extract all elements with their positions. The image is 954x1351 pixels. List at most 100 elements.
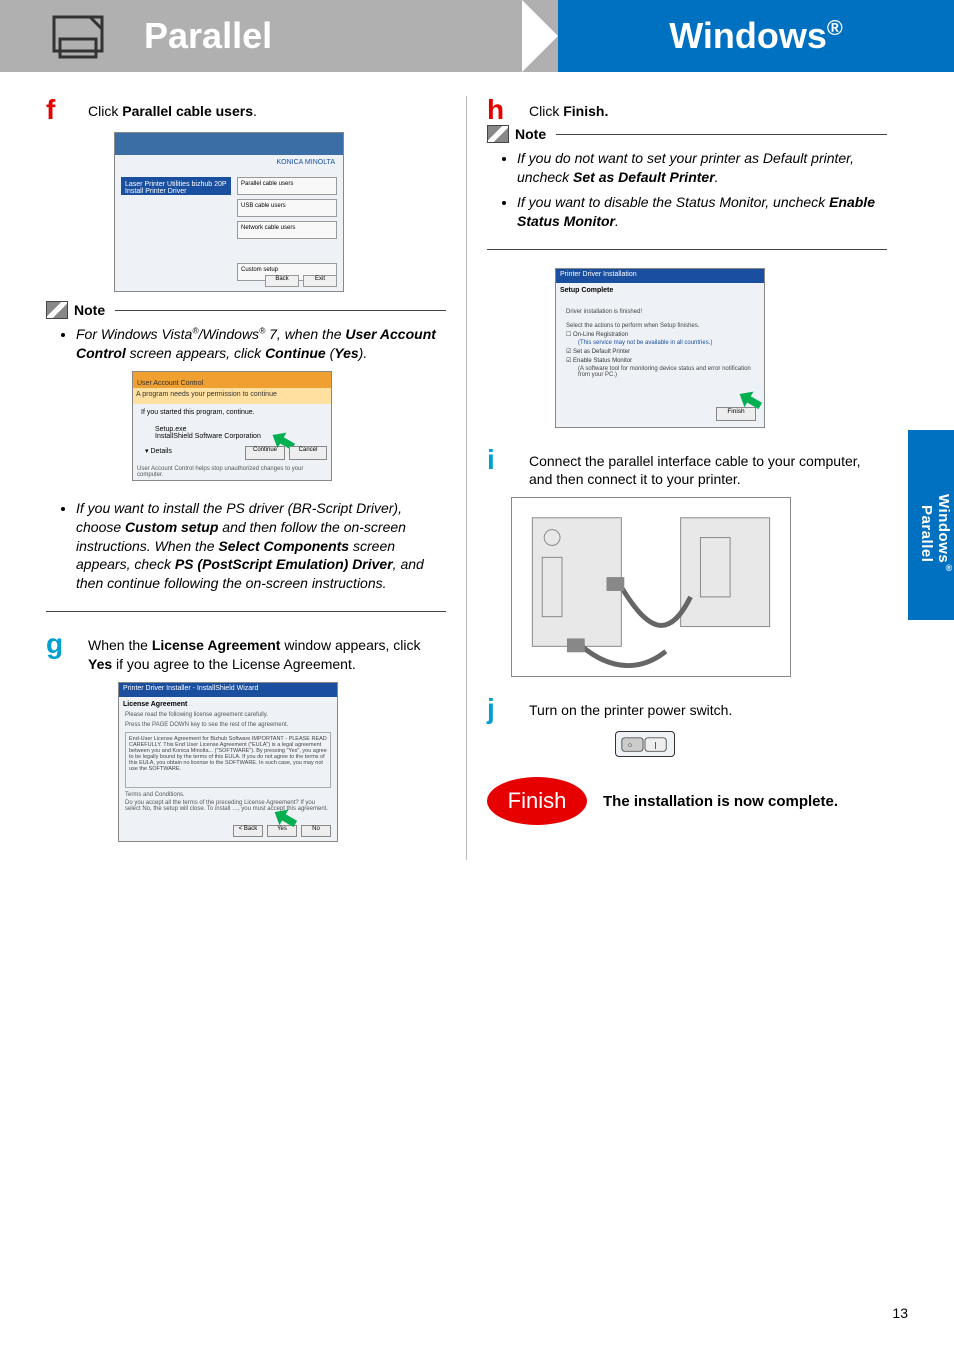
sc-l1: Driver installation is finished! bbox=[556, 308, 764, 316]
pencil-icon bbox=[46, 301, 68, 319]
sh1: Click bbox=[529, 103, 563, 119]
uac-details-text: Details bbox=[150, 448, 171, 455]
opt-parallel[interactable]: Parallel cable users bbox=[237, 177, 337, 195]
uac-title: User Account Control bbox=[133, 380, 203, 387]
printer-icon bbox=[50, 11, 114, 61]
side-tab-parallel: Parallel bbox=[918, 505, 935, 562]
sh2: Finish. bbox=[563, 103, 608, 119]
license-yes-button[interactable]: Yes bbox=[267, 825, 297, 837]
registered-sup: ® bbox=[827, 15, 843, 40]
side-tab: Windows® Parallel bbox=[908, 430, 954, 620]
sc-cb1-sub: (This service may not be available in al… bbox=[556, 339, 764, 347]
svg-text:|: | bbox=[655, 741, 657, 750]
note-right: Note If you do not want to set your prin… bbox=[487, 134, 887, 250]
sc-finish-button[interactable]: Finish bbox=[716, 407, 756, 421]
sc-cb3-t: Enable Status Monitor bbox=[573, 358, 632, 364]
step-letter-f: f bbox=[46, 96, 88, 124]
license-screenshot: Printer Driver Installer - InstallShield… bbox=[118, 682, 338, 842]
nl2f: PS (PostScript Emulation) Driver bbox=[175, 556, 393, 572]
left-column: f Click Parallel cable users. KONICA MIN… bbox=[46, 96, 446, 860]
note-left-bullet2: If you want to install the PS driver (BR… bbox=[76, 499, 446, 593]
windows-text: Windows bbox=[669, 15, 827, 56]
brand-label: KONICA MINOLTA bbox=[277, 159, 335, 166]
nl1f: ( bbox=[326, 345, 335, 361]
license-q: Do you accept all the terms of the prece… bbox=[119, 800, 337, 812]
step-letter-h: h bbox=[487, 96, 529, 124]
step-g-text: When the License Agreement window appear… bbox=[88, 630, 446, 674]
sc-cb3-sub: (A software tool for monitoring device s… bbox=[556, 365, 764, 379]
opt-network[interactable]: Network cable users bbox=[237, 221, 337, 239]
sg3: window appears, click bbox=[280, 637, 420, 653]
note-title: Note bbox=[74, 302, 105, 318]
header-title-windows: Windows® bbox=[669, 15, 843, 57]
power-switch-illustration: ○| bbox=[615, 731, 675, 757]
step-f-pre: Click bbox=[88, 103, 122, 119]
sc-title: Printer Driver Installation bbox=[556, 269, 764, 283]
sc-cb2-t: Set as Default Printer bbox=[573, 349, 630, 355]
finish-oval: Finish bbox=[487, 777, 587, 825]
side-tab-windows: Windows bbox=[935, 494, 952, 563]
uac-details[interactable]: ▾ Details bbox=[137, 442, 180, 460]
sc-l2: Select the actions to perform when Setup… bbox=[556, 322, 764, 330]
uac-prog: Setup.exe bbox=[155, 426, 187, 433]
sc-cb1[interactable]: ☐ On-Line Registration bbox=[556, 330, 764, 339]
step-i-text: Connect the parallel interface cable to … bbox=[529, 446, 887, 490]
nr2c: . bbox=[615, 213, 619, 229]
sg1: When the bbox=[88, 637, 152, 653]
nl1h: ). bbox=[359, 345, 368, 361]
opt-usb[interactable]: USB cable users bbox=[237, 199, 337, 217]
header-left: Parallel bbox=[0, 0, 558, 72]
install-subtitle-text: Install Printer Driver bbox=[125, 188, 186, 195]
nl1a: For Windows Vista bbox=[76, 326, 192, 342]
nr1c: . bbox=[715, 169, 719, 185]
installer-screenshot-f: KONICA MINOLTA Laser Printer Utilities b… bbox=[114, 132, 344, 292]
finish-text: The installation is now complete. bbox=[603, 792, 838, 812]
uac-footer: User Account Control helps stop unauthor… bbox=[137, 466, 327, 478]
step-f: f Click Parallel cable users. bbox=[46, 96, 446, 124]
uac-screenshot: User Account Control A program needs you… bbox=[132, 371, 332, 481]
sc-cb2[interactable]: ☑ Set as Default Printer bbox=[556, 347, 764, 356]
install-subtitle: Laser Printer Utilities bizhub 20P Insta… bbox=[121, 177, 231, 195]
column-divider bbox=[466, 96, 467, 860]
note-left-bullet1: For Windows Vista®/Windows® 7, when the … bbox=[76, 325, 446, 363]
uac-cancel-button[interactable]: Cancel bbox=[289, 446, 327, 460]
uac-continue-button[interactable]: Continue bbox=[245, 446, 285, 460]
note-left: Note For Windows Vista®/Windows® 7, when… bbox=[46, 310, 446, 612]
license-sub: Please read the following license agreem… bbox=[119, 712, 337, 718]
right-column: h Click Finish. Note If you do not want … bbox=[487, 96, 887, 860]
step-i: i Connect the parallel interface cable t… bbox=[487, 446, 887, 490]
note-title-r: Note bbox=[515, 126, 546, 142]
step-letter-g: g bbox=[46, 630, 88, 674]
pencil-icon bbox=[487, 125, 509, 143]
svg-text:○: ○ bbox=[628, 741, 633, 750]
sc-cb1-t: On-Line Registration bbox=[573, 332, 628, 338]
step-letter-i: i bbox=[487, 446, 529, 490]
step-j-text: Turn on the printer power switch. bbox=[529, 695, 732, 723]
nl1e: Continue bbox=[265, 345, 326, 361]
nl1m: /Windows bbox=[199, 326, 260, 342]
step-f-bold: Parallel cable users bbox=[122, 103, 253, 119]
exit-button[interactable]: Exit bbox=[303, 275, 337, 287]
license-body: End-User License Agreement for Bizhub So… bbox=[125, 732, 331, 788]
sc-cb3[interactable]: ☑ Enable Status Monitor bbox=[556, 356, 764, 365]
step-g: g When the License Agreement window appe… bbox=[46, 630, 446, 674]
nr1b: Set as Default Printer bbox=[573, 169, 715, 185]
step-h-text: Click Finish. bbox=[529, 96, 608, 124]
side-tab-sup: ® bbox=[944, 563, 954, 574]
license-title: Printer Driver Installer - InstallShield… bbox=[119, 683, 337, 697]
license-no-button[interactable]: No bbox=[301, 825, 331, 837]
license-back-button[interactable]: < Back bbox=[233, 825, 263, 837]
header-right: Windows® bbox=[558, 0, 954, 72]
back-button[interactable]: Back bbox=[265, 275, 299, 287]
product-name: Laser Printer Utilities bizhub 20P bbox=[125, 181, 227, 188]
sc-head: Setup Complete bbox=[556, 283, 764, 298]
header-title-parallel: Parallel bbox=[144, 15, 272, 57]
setup-complete-screenshot: Printer Driver Installation Setup Comple… bbox=[555, 268, 765, 428]
sg2: License Agreement bbox=[152, 637, 281, 653]
step-f-text: Click Parallel cable users. bbox=[88, 96, 257, 124]
uac-msg: A program needs your permission to conti… bbox=[133, 388, 331, 404]
sg4: Yes bbox=[88, 656, 112, 672]
nr2a: If you want to disable the Status Monito… bbox=[517, 194, 829, 210]
step-h: h Click Finish. bbox=[487, 96, 887, 124]
step-j: j Turn on the printer power switch. bbox=[487, 695, 887, 723]
